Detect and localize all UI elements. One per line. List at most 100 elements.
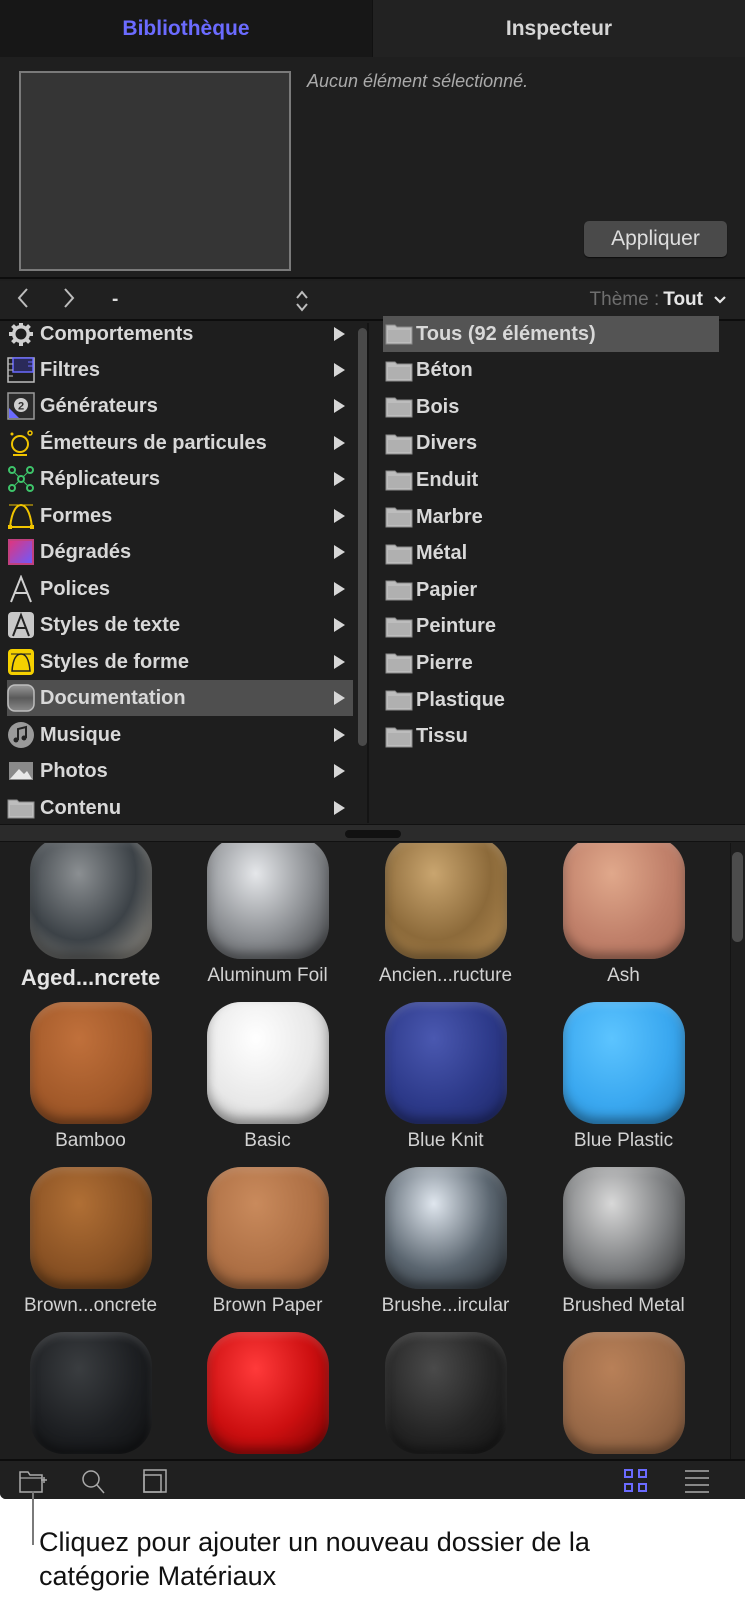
material-tile[interactable]: Ash: [533, 843, 714, 997]
folder-item[interactable]: Papier: [383, 572, 719, 608]
filter-filmstrip-icon: [7, 356, 35, 384]
material-label: Blue Plastic: [573, 1130, 674, 1151]
disclosure-arrow-icon: [334, 691, 345, 705]
list-view-icon: [685, 1470, 709, 1493]
search-button[interactable]: [78, 1467, 108, 1495]
material-tile[interactable]: Brushe...ircular: [355, 1159, 536, 1327]
category-item-documentation[interactable]: Documentation: [7, 680, 353, 716]
material-tile[interactable]: Brown Paper: [177, 1159, 358, 1327]
navigation-bar: - Thème : Tout: [0, 281, 745, 321]
category-label: Dégradés: [40, 540, 132, 563]
folder-item[interactable]: Bois: [383, 389, 719, 425]
splitter-handle[interactable]: [345, 830, 401, 838]
material-tile[interactable]: [355, 1324, 536, 1459]
folder-item[interactable]: Plastique: [383, 682, 719, 718]
grid-view-button[interactable]: [621, 1467, 651, 1495]
folder-item[interactable]: Tous (92 éléments): [383, 316, 719, 352]
callout-text: Cliquez pour ajouter un nouveau dossier …: [39, 1527, 590, 1591]
folder-item[interactable]: Marbre: [383, 499, 719, 535]
theme-popup[interactable]: Thème : Tout: [590, 289, 727, 311]
path-popup[interactable]: -: [112, 289, 118, 311]
material-swatch: [207, 843, 329, 959]
material-tile[interactable]: Basic: [177, 994, 358, 1162]
tab-library[interactable]: Bibliothèque: [0, 0, 372, 57]
disclosure-arrow-icon: [334, 655, 345, 669]
material-swatch: [563, 1167, 685, 1289]
replicator-icon: [7, 465, 35, 493]
forward-button[interactable]: [62, 286, 76, 317]
category-label: Musique: [40, 723, 122, 746]
category-label: Filtres: [40, 358, 101, 381]
material-tile[interactable]: Brown...oncrete: [0, 1159, 181, 1327]
back-button[interactable]: [16, 286, 30, 317]
material-label: Aluminum Foil: [207, 965, 328, 986]
folder-item[interactable]: Métal: [383, 536, 719, 572]
shape-style-icon: [7, 648, 35, 676]
folder-item[interactable]: Béton: [383, 353, 719, 389]
disclosure-arrow-icon: [334, 436, 345, 450]
pane-splitter[interactable]: [0, 824, 745, 842]
apply-button[interactable]: Appliquer: [584, 221, 727, 257]
material-label: Brushe...ircular: [381, 1295, 510, 1316]
category-item-degrades[interactable]: Dégradés: [7, 534, 353, 570]
disclosure-arrow-icon: [334, 509, 345, 523]
music-icon: [7, 721, 35, 749]
material-tile[interactable]: Aluminum Foil: [177, 843, 358, 997]
material-swatch: [385, 1332, 507, 1454]
folder-item[interactable]: Tissu: [383, 719, 719, 755]
grid-scrollbar-thumb[interactable]: [732, 852, 743, 942]
category-item-polices[interactable]: Polices: [7, 571, 353, 607]
disclosure-arrow-icon: [334, 582, 345, 596]
material-tile[interactable]: Blue Knit: [355, 994, 536, 1162]
material-swatch: [385, 843, 507, 959]
preview-area: Aucun élément sélectionné. Appliquer: [0, 57, 745, 279]
folder-label: Marbre: [416, 505, 483, 528]
preview-thumbnail: [19, 71, 291, 271]
category-item-filtres[interactable]: Filtres: [7, 352, 353, 388]
category-scrollbar-thumb[interactable]: [358, 328, 367, 746]
category-label: Photos: [40, 759, 108, 782]
path-popup-stepper[interactable]: [294, 289, 310, 313]
material-tile[interactable]: Ancien...ructure: [355, 843, 536, 997]
category-item-formes[interactable]: Formes: [7, 498, 353, 534]
category-label: Styles de forme: [40, 650, 189, 673]
tab-inspector[interactable]: Inspecteur: [372, 0, 745, 57]
category-item-emetteurs[interactable]: Émetteurs de particules: [7, 425, 353, 461]
category-item-photos[interactable]: Photos: [7, 753, 353, 789]
folder-item[interactable]: Enduit: [383, 462, 719, 498]
material-swatch: [30, 1332, 152, 1454]
material-tile[interactable]: [533, 1324, 714, 1459]
material-label: Ash: [607, 965, 640, 986]
category-label: Réplicateurs: [40, 467, 161, 490]
category-item-generateurs[interactable]: 2 Générateurs: [7, 388, 353, 424]
category-list: Comportements Filtres 2 Générateurs Émet…: [0, 323, 355, 823]
material-label: Brown Paper: [212, 1295, 323, 1316]
folder-icon: [385, 361, 413, 382]
chevron-right-icon: [64, 288, 75, 308]
list-view-button[interactable]: [682, 1467, 712, 1495]
folder-icon: [385, 544, 413, 565]
material-tile[interactable]: Bamboo: [0, 994, 181, 1162]
disclosure-arrow-icon: [334, 545, 345, 559]
preview-toggle-button[interactable]: [140, 1467, 170, 1495]
material-tile[interactable]: Brushed Metal: [533, 1159, 714, 1327]
folder-item[interactable]: Divers: [383, 426, 719, 462]
category-item-comportements[interactable]: Comportements: [7, 323, 353, 352]
category-item-styles-texte[interactable]: Styles de texte: [7, 607, 353, 643]
material-label: Bamboo: [55, 1130, 126, 1151]
category-item-musique[interactable]: Musique: [7, 717, 353, 753]
material-tile[interactable]: Blue Plastic: [533, 994, 714, 1162]
folder-item[interactable]: Pierre: [383, 645, 719, 681]
category-item-styles-forme[interactable]: Styles de forme: [7, 644, 353, 680]
category-item-contenu[interactable]: Contenu: [7, 790, 353, 823]
folder-icon: [385, 690, 413, 711]
material-swatch: [563, 1002, 685, 1124]
folder-icon: [385, 470, 413, 491]
category-item-replicateurs[interactable]: Réplicateurs: [7, 461, 353, 497]
material-tile[interactable]: Aged...ncrete: [0, 843, 181, 997]
folder-item[interactable]: Peinture: [383, 609, 719, 645]
material-tile[interactable]: [0, 1324, 181, 1459]
category-label: Polices: [40, 577, 111, 600]
material-tile[interactable]: [177, 1324, 358, 1459]
material-label: Basic: [244, 1130, 291, 1151]
